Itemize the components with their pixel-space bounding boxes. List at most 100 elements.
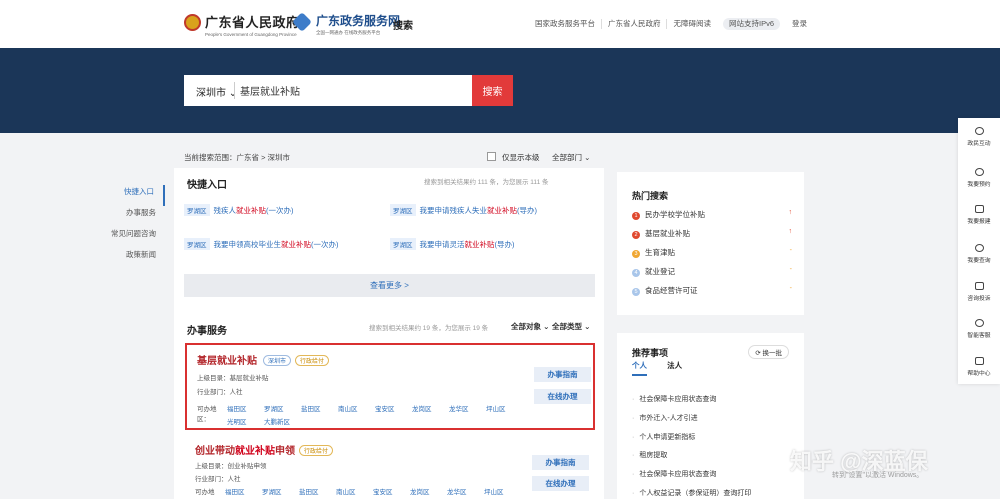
service-title[interactable]: 创业带动就业补贴申领 行政给付 [195, 442, 334, 457]
online-apply-button[interactable]: 在线办理 [534, 389, 591, 404]
chevron-down-icon: ⌄ [228, 88, 238, 99]
city-select[interactable]: 深圳市 ⌄ [196, 84, 237, 99]
recommend-item[interactable]: 社会保障卡应用状态查询 [632, 394, 716, 404]
nav-item-services[interactable]: 办事服务 [100, 206, 165, 227]
district-list: 可办地区： 福田区 罗湖区 盐田区 南山区 宝安区 龙岗区 龙华区 坪山区光明区 大鹏新区 [197, 403, 527, 429]
chevron-down-icon: ⌄ [584, 322, 591, 331]
search-button[interactable]: 搜索 [472, 75, 513, 106]
service-name: 广东政务服务网 [316, 14, 401, 28]
service-card-selected[interactable]: 基层就业补贴 深圳市 行政给付 上级目录：基层就业补贴 行业部门：人社 可办地区： … [185, 343, 595, 430]
district-link[interactable]: 宝安区 [375, 403, 412, 413]
district-link[interactable]: 南山区 [338, 403, 375, 413]
district-link[interactable]: 罗湖区 [262, 486, 299, 496]
type-tag: 行政给付 [299, 445, 334, 456]
float-item-report[interactable]: 我要报建 [958, 205, 1000, 225]
district-link[interactable]: 光明区 [227, 416, 264, 426]
rank-badge: 1 [632, 212, 640, 220]
district-link[interactable]: 福田区 [225, 486, 262, 496]
quick-section-title: 快捷入口 [187, 180, 227, 191]
service-logo[interactable]: 广东政务服务网 全国一网通办 在线政务服务平台 [316, 12, 400, 36]
parent-catalog: 上级目录：基层就业补贴 [197, 375, 269, 382]
quick-item[interactable]: 罗湖区 残疾人就业补贴(一次办) [184, 204, 294, 216]
parent-catalog: 上级目录：创业补贴申领 [195, 463, 267, 470]
refresh-icon: ⟳ [755, 350, 761, 357]
search-input[interactable] [240, 80, 460, 101]
district-link[interactable]: 龙岗区 [410, 486, 447, 496]
district-link[interactable]: 盐田区 [299, 486, 336, 496]
recommend-item[interactable]: 市外迁入-人才引进 [632, 413, 697, 423]
department: 行业部门：人社 [197, 389, 243, 396]
link-provincial-gov[interactable]: 广东省人民政府 [600, 19, 667, 29]
windows-activation-watermark: 转到"设置"以激活 Windows。 [832, 472, 924, 479]
float-item-interaction[interactable]: 政民互动 [958, 127, 1000, 147]
district-link[interactable]: 龙华区 [449, 403, 486, 413]
district-link[interactable]: 坪山区 [484, 486, 521, 496]
search-banner: 深圳市 ⌄ 搜索 [0, 48, 1000, 133]
hot-search-item[interactable]: 3 生育津贴 - [632, 247, 792, 258]
nav-item-quick[interactable]: 快捷入口 [100, 185, 165, 206]
recommend-item[interactable]: 租房提取 [632, 450, 667, 460]
district-link[interactable]: 坪山区 [486, 403, 523, 413]
ipv6-badge: 网站支持IPv6 [722, 18, 780, 30]
district-link[interactable]: 罗湖区 [264, 403, 301, 413]
district-link[interactable]: 福田区 [227, 403, 264, 413]
clipboard-icon [974, 205, 984, 213]
guide-button[interactable]: 办事指南 [534, 367, 591, 382]
float-item-help[interactable]: 帮助中心 [958, 357, 1000, 377]
chevron-down-icon: ⌄ [543, 322, 550, 331]
same-level-checkbox[interactable] [487, 152, 496, 161]
tab-personal[interactable]: 个人 [632, 360, 647, 376]
service-title[interactable]: 基层就业补贴 深圳市 行政给付 [197, 352, 330, 367]
float-item-complaint[interactable]: 咨询投诉 [958, 282, 1000, 302]
hot-search-item[interactable]: 1 民办学校学位补贴 ↑ [632, 209, 792, 220]
type-filter[interactable]: 全部类型 ⌄ [552, 321, 590, 332]
recommend-item[interactable]: 社会保障卡应用状态查询 [632, 469, 716, 479]
quick-result-count: 搜索到相关结果约 111 条，为您展示 111 条 [424, 179, 549, 186]
page-title: 搜索 [393, 21, 413, 32]
recommend-item[interactable]: 个人权益记录（参保证明）查询打印 [632, 488, 751, 498]
department: 行业部门：人社 [195, 476, 241, 483]
tab-legal-entity[interactable]: 法人 [667, 360, 682, 374]
online-apply-button[interactable]: 在线办理 [532, 476, 589, 491]
recommend-item[interactable]: 个人申请更新指标 [632, 432, 695, 442]
object-filter[interactable]: 全部对象 ⌄ [511, 321, 549, 332]
national-emblem-icon [184, 14, 201, 31]
city-tag: 深圳市 [263, 355, 292, 366]
trend-flat-icon: - [789, 266, 792, 273]
recommend-box: 推荐事项 ⟳ 换一批 个人 法人 社会保障卡应用状态查询 市外迁入-人才引进 个… [617, 333, 804, 499]
district-link[interactable]: 南山区 [336, 486, 373, 496]
hot-search-item[interactable]: 4 就业登记 - [632, 266, 792, 277]
link-national-platform[interactable]: 国家政务服务平台 [529, 19, 601, 29]
trend-up-icon: ↑ [788, 228, 793, 235]
float-item-appointment[interactable]: 我要预约 [958, 168, 1000, 188]
link-accessibility[interactable]: 无障碍阅读 [666, 19, 717, 29]
hot-search-item[interactable]: 5 食品经营许可证 - [632, 285, 792, 296]
district-link[interactable]: 龙华区 [447, 486, 484, 496]
floating-toolbar: 政民互动 我要预约 我要报建 我要查询 咨询投诉 智能客服 帮助中心 [958, 118, 1000, 384]
quick-item[interactable]: 罗湖区 我要申请灵活就业补贴(导办) [390, 238, 515, 250]
login-link[interactable]: 登录 [786, 19, 813, 29]
same-level-label: 仅显示本级 [502, 153, 540, 162]
float-item-assistant[interactable]: 智能客服 [958, 319, 1000, 339]
department-select[interactable]: 全部部门 ⌄ [552, 152, 590, 163]
hot-search-box: 热门搜索 1 民办学校学位补贴 ↑ 2 基层就业补贴 ↑ 3 生育津贴 - 4 就业登记 - 5… [617, 172, 804, 315]
nav-item-news[interactable]: 政策新闻 [100, 248, 165, 269]
trend-flat-icon: - [789, 285, 792, 292]
district-link[interactable]: 盐田区 [301, 403, 338, 413]
rank-badge: 3 [632, 250, 640, 258]
quick-item[interactable]: 罗湖区 我要申领高校毕业生就业补贴(一次办) [184, 238, 339, 250]
hot-search-item[interactable]: 2 基层就业补贴 ↑ [632, 228, 792, 239]
service-card[interactable]: 创业带动就业补贴申领行政给付 上级目录：创业补贴申领 行业部门：人社 可办地区：… [185, 439, 595, 499]
district-link[interactable]: 大鹏新区 [264, 416, 301, 426]
view-more-button[interactable]: 查看更多 > [184, 274, 595, 297]
float-item-query[interactable]: 我要查询 [958, 244, 1000, 264]
search-scope: 当前搜索范围：广东省 > 深圳市 [184, 153, 291, 162]
guide-button[interactable]: 办事指南 [532, 455, 589, 470]
district-link[interactable]: 宝安区 [373, 486, 410, 496]
nav-item-faq[interactable]: 常见问题咨询 [100, 227, 165, 248]
district-link[interactable]: 龙岗区 [412, 403, 449, 413]
quick-item[interactable]: 罗湖区 我要申请残疾人失业就业补贴(导办) [390, 204, 537, 216]
gov-logo[interactable]: 广东省人民政府 People's Government of Guangdong… [205, 12, 300, 37]
refresh-button[interactable]: ⟳ 换一批 [748, 345, 789, 359]
chevron-down-icon: ⌄ [584, 153, 591, 162]
